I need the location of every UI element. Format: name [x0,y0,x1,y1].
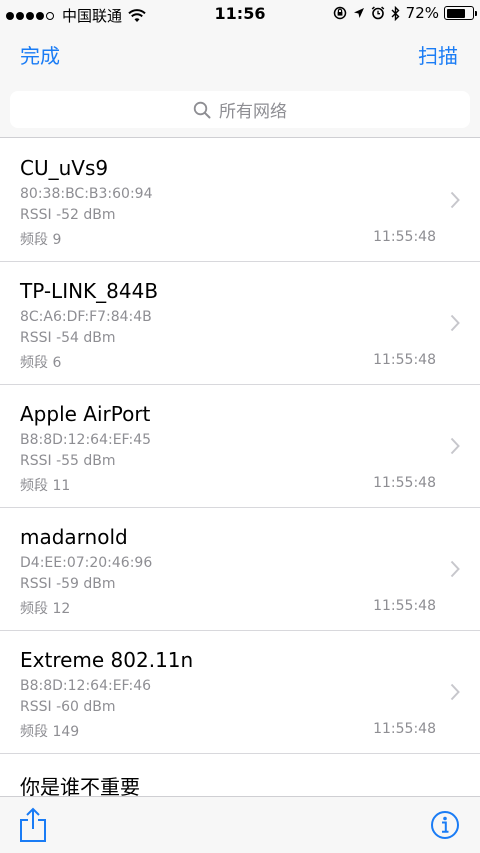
info-icon[interactable] [430,810,460,840]
network-time: 11:55:48 [373,721,436,737]
network-time: 11:55:48 [373,598,436,614]
network-rssi: RSSI -55 dBm [20,453,116,469]
battery-percent: 72% [405,4,439,22]
bottom-toolbar [0,796,480,853]
network-mac: D4:EE:07:20:46:96 [20,555,153,571]
network-ssid: madarnold [20,525,128,549]
chevron-right-icon [450,314,460,332]
network-row[interactable]: Apple AirPort B8:8D:12:64:EF:45 RSSI -55… [0,385,480,508]
network-band: 频段 149 [20,724,80,740]
network-list: CU_uVs9 80:38:BC:B3:60:94 RSSI -52 dBm 频… [0,139,480,814]
chevron-right-icon [450,191,460,209]
network-time: 11:55:48 [373,229,436,245]
network-rssi: RSSI -52 dBm [20,207,116,223]
network-ssid: Apple AirPort [20,402,151,426]
bluetooth-icon [391,5,400,21]
network-mac: B8:8D:12:64:EF:46 [20,678,152,694]
network-rssi: RSSI -54 dBm [20,330,116,346]
alarm-icon [371,6,385,20]
network-mac: 80:38:BC:B3:60:94 [20,186,153,202]
network-mac: 8C:A6:DF:F7:84:4B [20,309,152,325]
battery-icon [444,6,477,20]
search-field[interactable]: 所有网络 [10,91,470,128]
done-button[interactable]: 完成 [20,40,60,69]
chevron-right-icon [450,560,460,578]
network-rssi: RSSI -60 dBm [20,699,116,715]
network-ssid: TP-LINK_844B [20,279,159,303]
network-band: 频段 6 [20,355,62,371]
navigation-bar: 完成 扫描 [0,28,480,82]
share-icon[interactable] [19,807,47,843]
network-row[interactable]: Extreme 802.11n B8:8D:12:64:EF:46 RSSI -… [0,631,480,754]
network-ssid: Extreme 802.11n [20,648,194,672]
network-row[interactable]: madarnold D4:EE:07:20:46:96 RSSI -59 dBm… [0,508,480,631]
rotation-lock-icon [333,6,347,20]
status-right: 72% [327,4,477,22]
search-icon [193,101,211,118]
chevron-right-icon [450,437,460,455]
top-bar: 中国联通 11:56 72% 完成 扫描 所有网络 [0,0,480,138]
network-ssid: CU_uVs9 [20,156,109,180]
network-mac: B8:8D:12:64:EF:45 [20,432,152,448]
status-bar: 中国联通 11:56 72% [0,0,480,28]
network-rssi: RSSI -59 dBm [20,576,116,592]
network-band: 频段 11 [20,478,71,494]
chevron-right-icon [450,683,460,701]
battery-level [446,8,465,18]
location-icon [353,7,365,19]
search-placeholder: 所有网络 [219,102,287,122]
network-row[interactable]: CU_uVs9 80:38:BC:B3:60:94 RSSI -52 dBm 频… [0,139,480,262]
network-band: 频段 12 [20,601,71,617]
network-time: 11:55:48 [373,352,436,368]
network-time: 11:55:48 [373,475,436,491]
scan-button[interactable]: 扫描 [418,40,458,69]
network-band: 频段 9 [20,232,62,248]
network-row[interactable]: TP-LINK_844B 8C:A6:DF:F7:84:4B RSSI -54 … [0,262,480,385]
